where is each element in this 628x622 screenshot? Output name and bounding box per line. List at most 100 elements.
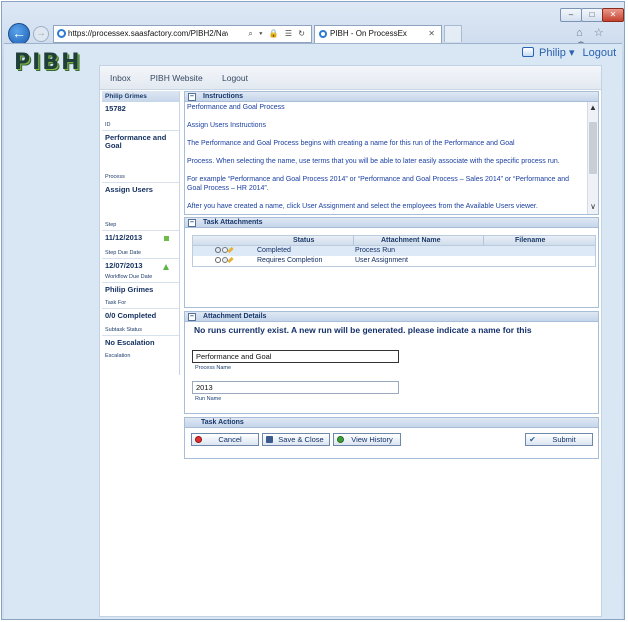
cancel-button[interactable]: Cancel	[191, 433, 259, 446]
sidebar-item-id: 15782 ID	[102, 102, 179, 131]
address-bar[interactable]: https://processex.saasfactory.com/PIBH2/…	[53, 25, 312, 43]
details-header[interactable]: – Attachment Details	[184, 311, 599, 322]
instructions-paragraph: Performance and Goal Process	[187, 103, 584, 112]
sidebar-item-step-due: 11/12/2013 Step Due Date	[102, 231, 179, 259]
instructions-header[interactable]: – Instructions	[184, 91, 599, 102]
id-label: ID	[105, 122, 111, 128]
workflow-due-label: Workflow Due Date	[105, 274, 152, 280]
status-triangle-icon	[163, 264, 169, 270]
instructions-paragraph: For example “Performance and Goal Proces…	[187, 175, 584, 193]
submit-button[interactable]: ✔Submit	[525, 433, 593, 446]
instructions-panel: Performance and Goal Process Assign User…	[184, 102, 599, 215]
tab-close-icon[interactable]: ✕	[428, 26, 435, 42]
instructions-title: Instructions	[203, 93, 243, 100]
minimize-button[interactable]: –	[560, 8, 582, 22]
attachments-table: Status Attachment Name Filename Complete…	[192, 235, 596, 267]
details-message: No runs currently exist. A new run will …	[194, 325, 532, 335]
view-icon	[215, 257, 221, 263]
step-label: Step	[105, 222, 116, 228]
history-icon	[337, 436, 344, 443]
details-title: Attachment Details	[203, 313, 266, 320]
attachments-header[interactable]: – Task Attachments	[184, 217, 599, 228]
subtask-label: Subtask Status	[105, 327, 142, 333]
step-value: Assign Users	[105, 186, 177, 194]
save-close-label: Save & Close	[278, 435, 323, 444]
escalation-label: Escalation	[105, 353, 130, 359]
scroll-down-icon[interactable]: ∨	[589, 203, 597, 211]
sidebar-item-subtask: 0/0 Completed Subtask Status	[102, 309, 179, 336]
cancel-label: Cancel	[218, 435, 241, 444]
column-attachment-name[interactable]: Attachment Name	[381, 237, 441, 244]
cancel-icon	[195, 436, 202, 443]
inbox-icon[interactable]	[522, 47, 534, 57]
close-window-button[interactable]: ✕	[602, 8, 624, 22]
new-tab-button[interactable]	[444, 25, 462, 42]
browser-tab[interactable]: PIBH - On ProcessEx ✕	[314, 25, 442, 43]
ie-icon	[319, 30, 327, 38]
row-attachment-name[interactable]: User Assignment	[355, 257, 408, 264]
edit-icon	[227, 247, 233, 253]
nav-logout[interactable]: Logout	[222, 73, 248, 83]
row-attachment-name[interactable]: Process Run	[355, 247, 395, 254]
row-action-icons[interactable]	[215, 247, 233, 255]
sidebar-item-step: Assign Users Step	[102, 183, 179, 231]
page-content: PIBH Philip ▾ Logout Inbox PIBH Website L…	[4, 43, 622, 619]
nav-inbox[interactable]: Inbox	[110, 73, 131, 83]
sidebar-item-escalation: No Escalation Escalation	[102, 336, 179, 361]
collapse-icon[interactable]: –	[188, 93, 196, 101]
view-history-label: View History	[351, 435, 393, 444]
instructions-paragraph: Assign Users Instructions	[187, 121, 584, 130]
column-filename[interactable]: Filename	[515, 237, 545, 244]
actions-header: Task Actions	[184, 417, 599, 428]
column-status[interactable]: Status	[293, 237, 314, 244]
browser-window: – □ ✕ ← → https://processex.saasfactory.…	[1, 1, 625, 620]
table-row[interactable]: Completed Process Run	[193, 246, 595, 256]
instructions-paragraph: The Performance and Goal Process begins …	[187, 139, 584, 148]
process-name-input[interactable]: Performance and Goal	[192, 350, 399, 363]
nav-pibh-website[interactable]: PIBH Website	[150, 73, 203, 83]
actions-panel: Cancel Save & Close View History ✔Submit	[184, 428, 599, 459]
forward-button[interactable]: →	[33, 26, 49, 42]
scroll-up-icon[interactable]: ▲	[589, 104, 597, 112]
details-panel: No runs currently exist. A new run will …	[184, 322, 599, 414]
run-name-label: Run Name	[195, 396, 221, 402]
process-label: Process	[105, 174, 125, 180]
logout-link-top[interactable]: Logout	[582, 47, 616, 59]
address-tools[interactable]: ⌕ ▾ 🔒 ☰ ↻	[248, 26, 307, 42]
user-name[interactable]: Philip ▾	[539, 47, 574, 59]
actions-title: Task Actions	[201, 419, 244, 426]
instructions-scrollbar[interactable]: ▲ ∨	[587, 102, 598, 215]
step-due-label: Step Due Date	[105, 250, 141, 256]
top-nav: Inbox PIBH Website Logout	[100, 66, 601, 90]
save-icon	[266, 436, 273, 443]
maximize-button[interactable]: □	[581, 8, 603, 22]
process-name-label: Process Name	[195, 365, 231, 371]
tab-title: PIBH - On ProcessEx	[330, 29, 407, 38]
task-for-value: Philip Grimes	[105, 286, 177, 294]
pibh-logo: PIBH	[14, 50, 74, 84]
submit-label: Submit	[552, 435, 575, 444]
view-icon	[215, 247, 221, 253]
run-name-input[interactable]: 2013	[192, 381, 399, 394]
collapse-icon[interactable]: –	[188, 313, 196, 321]
process-value: Performance and Goal	[105, 134, 177, 150]
view-history-button[interactable]: View History	[333, 433, 401, 446]
sidebar-header: Philip Grimes	[102, 91, 179, 102]
url-text: https://processex.saasfactory.com/PIBH2/…	[68, 26, 228, 42]
sidebar-item-workflow-due: 12/07/2013 Workflow Due Date	[102, 259, 179, 283]
task-sidebar: Philip Grimes 15782 ID Performance and G…	[102, 91, 180, 375]
row-action-icons[interactable]	[215, 257, 233, 265]
instructions-paragraph: Process. When selecting the name, use te…	[187, 157, 584, 166]
scroll-thumb[interactable]	[589, 122, 597, 174]
app-panel: Inbox PIBH Website Logout Philip Grimes …	[99, 65, 602, 617]
table-row[interactable]: Requires Completion User Assignment	[193, 256, 595, 266]
subtask-value: 0/0 Completed	[105, 312, 177, 320]
sidebar-item-task-for: Philip Grimes Task For	[102, 283, 179, 309]
escalation-value: No Escalation	[105, 339, 177, 347]
attachments-title: Task Attachments	[203, 219, 263, 226]
save-close-button[interactable]: Save & Close	[262, 433, 330, 446]
back-button[interactable]: ←	[8, 23, 30, 45]
id-value: 15782	[105, 105, 177, 113]
row-status: Completed	[257, 247, 291, 254]
collapse-icon[interactable]: –	[188, 219, 196, 227]
